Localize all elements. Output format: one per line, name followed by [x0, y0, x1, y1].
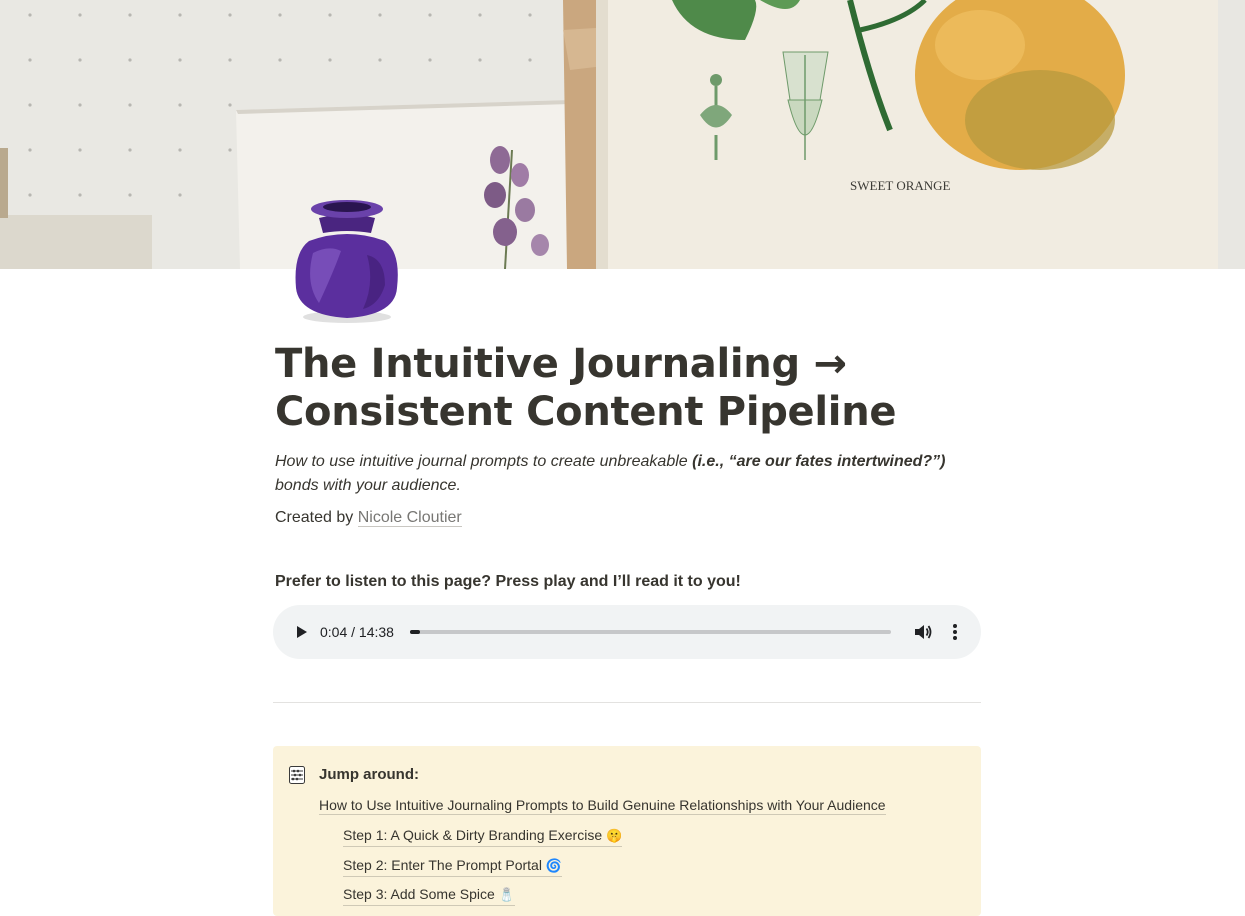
divider	[273, 702, 981, 703]
subtitle-text-end: bonds with your audience.	[275, 477, 461, 494]
abacus-icon	[289, 766, 305, 784]
more-vert-icon[interactable]	[945, 622, 965, 642]
toc-callout: Jump around: How to Use Intuitive Journa…	[273, 746, 981, 916]
toc-link-1[interactable]: Step 1: A Quick & Dirty Branding Exercis…	[343, 826, 623, 847]
cover-image: SWEET ORANGE	[0, 0, 1245, 269]
shushing-face-emoji: 🤫	[606, 829, 623, 844]
subtitle-emphasis: (i.e., “are our fates intertwined?”)	[692, 453, 946, 470]
audio-progress-fill	[410, 630, 420, 634]
toc-link-label: Step 2: Enter The Prompt Portal	[343, 857, 542, 873]
cyclone-emoji: 🌀	[545, 859, 563, 874]
toc-link-label: How to Use Intuitive Journaling Prompts …	[319, 797, 886, 813]
page-content: The Intuitive Journaling → Consistent Co…	[275, 340, 981, 594]
page-subtitle: How to use intuitive journal prompts to …	[275, 450, 981, 498]
toc-link-0[interactable]: How to Use Intuitive Journaling Prompts …	[319, 796, 886, 815]
subtitle-text: How to use intuitive journal prompts to …	[275, 453, 693, 470]
author-link[interactable]: Nicole Cloutier	[357, 509, 462, 527]
play-icon[interactable]	[291, 622, 311, 642]
created-by-label: Created by	[275, 509, 358, 526]
audio-progress-bar[interactable]	[410, 630, 891, 634]
audio-time: 0:04 / 14:38	[320, 624, 394, 640]
toc-link-label: Step 3: Add Some Spice	[343, 886, 495, 902]
page-title: The Intuitive Journaling → Consistent Co…	[275, 341, 897, 435]
listen-prompt: Prefer to listen to this page? Press pla…	[275, 573, 741, 590]
toc-link-3[interactable]: Step 3: Add Some Spice 🧂	[343, 885, 515, 906]
salt-emoji: 🧂	[498, 888, 515, 903]
toc-title: Jump around:	[319, 766, 419, 783]
ink-bottle-icon[interactable]	[289, 193, 405, 325]
toc-link-label: Step 1: A Quick & Dirty Branding Exercis…	[343, 827, 603, 843]
toc-link-2[interactable]: Step 2: Enter The Prompt Portal 🌀	[343, 856, 563, 877]
cover-print-label: SWEET ORANGE	[850, 178, 951, 193]
volume-icon[interactable]	[913, 622, 933, 642]
audio-player[interactable]: 0:04 / 14:38	[273, 605, 981, 659]
created-by-line: Created by Nicole Cloutier	[275, 506, 981, 530]
